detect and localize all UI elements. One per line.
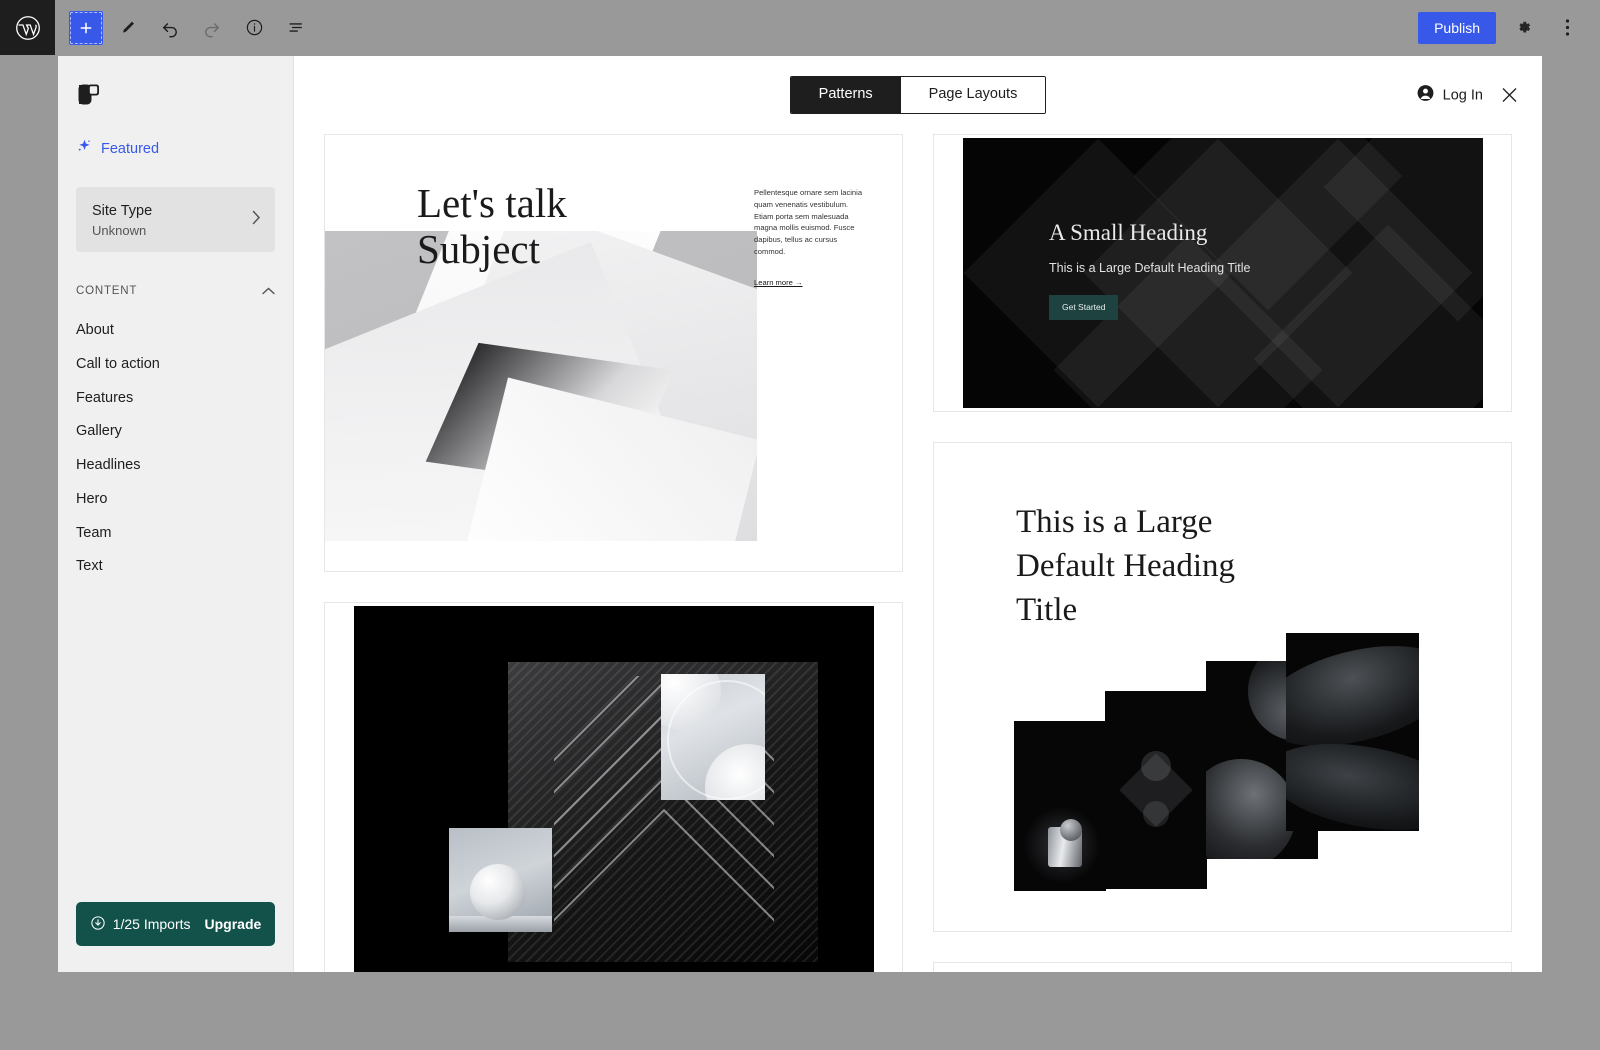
imports-count-label: 1/25 Imports	[112, 916, 191, 932]
dark-hero-copy: A Small Heading This is a Large Default …	[1049, 220, 1251, 320]
publish-button[interactable]: Publish	[1418, 11, 1496, 44]
pattern-card-large-heading[interactable]: This is a Large Default Heading Title	[933, 442, 1512, 932]
sphere-tile	[449, 828, 552, 932]
info-circle-icon[interactable]	[237, 11, 271, 45]
featured-label: Featured	[101, 140, 160, 157]
content-section-header[interactable]: CONTENT	[76, 282, 275, 300]
large-heading-text: This is a Large Default Heading Title	[1016, 504, 1235, 628]
content-section-label: CONTENT	[76, 285, 138, 298]
sidebar-item-team[interactable]: Team	[58, 517, 293, 551]
upgrade-area: 1/25 Imports Upgrade	[58, 902, 293, 972]
app-root: Publish Featured Site Type Unknown CONTE…	[0, 0, 1600, 1050]
login-label: Log In	[1442, 87, 1483, 103]
site-type-title: Site Type	[92, 203, 153, 219]
tab-page-layouts[interactable]: Page Layouts	[900, 77, 1046, 113]
close-x-icon[interactable]	[1499, 85, 1520, 106]
view-tabs: Patterns Page Layouts	[789, 76, 1047, 114]
login-button[interactable]: Log In	[1416, 84, 1483, 107]
header-actions: Log In	[1416, 84, 1520, 107]
edit-tool-button[interactable]	[111, 11, 145, 45]
content-category-list: About Call to action Features Gallery He…	[58, 314, 293, 584]
gallery-image-2	[1105, 691, 1207, 889]
site-type-selector[interactable]: Site Type Unknown	[76, 187, 275, 253]
pattern-heading: Let's talk Subject	[417, 180, 567, 273]
pattern-card-partial[interactable]	[933, 962, 1512, 972]
toolbar-tools	[55, 10, 313, 45]
hero-small-heading: A Small Heading	[1049, 220, 1208, 245]
download-circle-icon	[90, 915, 106, 934]
undo-button[interactable]	[153, 11, 187, 45]
dark-hero-background: A Small Heading This is a Large Default …	[963, 138, 1483, 408]
chevron-up-icon	[262, 282, 275, 300]
pattern-library-modal: Featured Site Type Unknown CONTENT About…	[58, 56, 1542, 972]
heading-line-2: Subject	[417, 225, 540, 272]
pattern-card-dark-hero[interactable]: A Small Heading This is a Large Default …	[933, 134, 1512, 412]
chevron-right-icon	[252, 210, 261, 229]
sidebar-item-text[interactable]: Text	[58, 550, 293, 584]
blocks-logo-icon	[58, 56, 293, 108]
dark-collage-image: A Small Heading	[354, 606, 874, 972]
add-block-button[interactable]	[69, 10, 103, 45]
pattern-body-text: Pellentesque ornare sem lacinia quam ven…	[754, 188, 863, 256]
sidebar-item-gallery[interactable]: Gallery	[58, 415, 293, 449]
hero-large-heading: This is a Large Default Heading Title	[1049, 261, 1251, 275]
abstract-geometric-image	[325, 231, 757, 541]
toolbar-right: Publish	[1418, 11, 1600, 45]
wordpress-logo-icon[interactable]	[0, 0, 55, 55]
tab-patterns[interactable]: Patterns	[790, 77, 901, 113]
pattern-copy-block: Pellentesque ornare sem lacinia quam ven…	[754, 187, 866, 290]
user-avatar-icon	[1416, 84, 1435, 107]
gear-icon[interactable]	[1506, 11, 1540, 45]
sidebar-item-call-to-action[interactable]: Call to action	[58, 348, 293, 382]
gallery-image-4	[1286, 633, 1419, 831]
pattern-grid: Let's talk Subject Pellentesque ornare s…	[294, 134, 1542, 972]
pattern-card-lets-talk[interactable]: Let's talk Subject Pellentesque ornare s…	[324, 134, 903, 572]
stair-gallery	[1014, 633, 1444, 903]
sidebar-item-about[interactable]: About	[58, 314, 293, 348]
learn-more-link[interactable]: Learn more →	[754, 278, 803, 287]
pattern-browser: Patterns Page Layouts Log In Let's talk …	[294, 56, 1542, 972]
modal-sidebar: Featured Site Type Unknown CONTENT About…	[58, 56, 294, 972]
redo-button[interactable]	[195, 11, 229, 45]
pattern-column-left: Let's talk Subject Pellentesque ornare s…	[324, 134, 903, 972]
sidebar-item-featured[interactable]: Featured	[76, 138, 293, 159]
editor-toolbar: Publish	[0, 0, 1600, 55]
gallery-image-1	[1014, 721, 1106, 891]
site-type-value: Unknown	[92, 223, 147, 239]
pattern-card-dark-collage[interactable]: A Small Heading	[324, 602, 903, 972]
upgrade-button[interactable]: Upgrade	[205, 916, 262, 932]
sidebar-item-hero[interactable]: Hero	[58, 483, 293, 517]
heading-line-1: Let's talk	[417, 180, 567, 226]
light-abstract-tile	[661, 674, 765, 800]
kebab-menu-icon[interactable]	[1550, 11, 1584, 45]
sparkle-icon	[76, 138, 93, 159]
upgrade-banner[interactable]: 1/25 Imports Upgrade	[76, 902, 275, 946]
sidebar-item-headlines[interactable]: Headlines	[58, 449, 293, 483]
sidebar-item-features[interactable]: Features	[58, 382, 293, 416]
list-view-button[interactable]	[279, 11, 313, 45]
pattern-browser-header: Patterns Page Layouts Log In	[294, 56, 1542, 134]
get-started-button[interactable]: Get Started	[1049, 295, 1119, 320]
pattern-column-right: A Small Heading This is a Large Default …	[933, 134, 1512, 972]
